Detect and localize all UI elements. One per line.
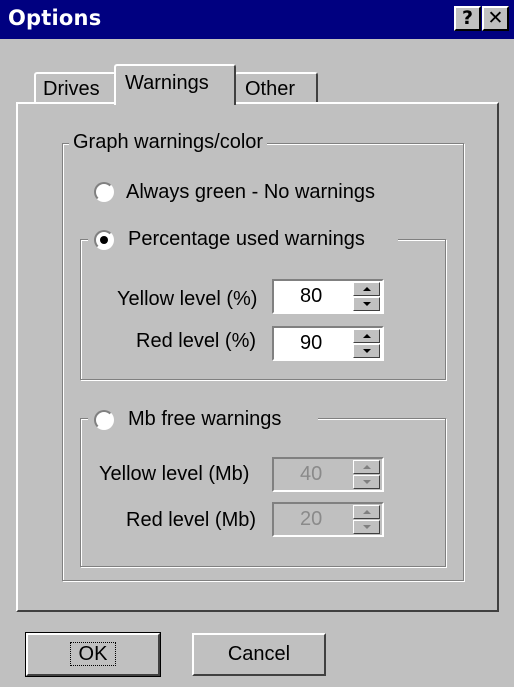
graph-warnings-legend: Graph warnings/color <box>69 131 268 154</box>
yellow-percent-value: 80 <box>300 285 323 307</box>
yellow-mb-label: Yellow level (Mb) <box>99 463 250 485</box>
help-button[interactable]: ? <box>454 6 481 31</box>
tab-other[interactable]: Other <box>234 72 318 104</box>
yellow-mb-spinner: 40 <box>272 457 384 492</box>
red-percent-down-button[interactable] <box>353 344 380 358</box>
arrow-up-icon <box>363 510 371 514</box>
arrow-up-icon <box>363 334 371 338</box>
yellow-percent-spinner[interactable]: 80 <box>272 279 384 314</box>
arrow-down-icon <box>363 525 371 529</box>
red-mb-value: 20 <box>300 508 323 530</box>
always-green-radio[interactable] <box>94 182 114 202</box>
mb-free-radio[interactable] <box>94 410 114 430</box>
red-percent-spin-buttons <box>353 329 380 358</box>
window-title: Options <box>8 6 102 30</box>
red-mb-spinner: 20 <box>272 502 384 537</box>
always-green-label[interactable]: Always green - No warnings <box>126 181 375 204</box>
tab-drives-label: Drives <box>43 78 100 100</box>
arrow-up-icon <box>363 465 371 469</box>
arrow-up-icon <box>363 287 371 291</box>
cancel-button[interactable]: Cancel <box>192 633 326 676</box>
red-percent-value: 90 <box>300 332 323 354</box>
arrow-down-icon <box>363 480 371 484</box>
arrow-down-icon <box>363 302 371 306</box>
close-button[interactable]: ✕ <box>482 6 509 31</box>
yellow-mb-down-button <box>353 475 380 489</box>
yellow-mb-value: 40 <box>300 463 323 485</box>
red-mb-down-button <box>353 520 380 534</box>
red-mb-up-button <box>353 505 380 519</box>
tab-warnings[interactable]: Warnings <box>114 64 236 105</box>
ok-button[interactable]: OK <box>25 632 161 677</box>
yellow-mb-spin-buttons <box>353 460 380 489</box>
arrow-down-icon <box>363 349 371 353</box>
yellow-percent-label: Yellow level (%) <box>117 288 258 310</box>
radio-selected-dot <box>100 236 108 244</box>
yellow-mb-up-button <box>353 460 380 474</box>
tab-warnings-label: Warnings <box>125 72 209 94</box>
tab-other-label: Other <box>245 78 296 100</box>
red-percent-label: Red level (%) <box>136 330 257 352</box>
percentage-radio[interactable] <box>94 230 114 250</box>
red-percent-spinner[interactable]: 90 <box>272 326 384 361</box>
mb-free-label[interactable]: Mb free warnings <box>128 408 281 431</box>
yellow-percent-up-button[interactable] <box>353 282 380 296</box>
percentage-label[interactable]: Percentage used warnings <box>128 228 365 251</box>
yellow-percent-spin-buttons <box>353 282 380 311</box>
yellow-percent-down-button[interactable] <box>353 297 380 311</box>
red-mb-label: Red level (Mb) <box>126 509 257 531</box>
mb-free-group <box>80 418 446 567</box>
red-mb-spin-buttons <box>353 505 380 534</box>
red-percent-up-button[interactable] <box>353 329 380 343</box>
options-dialog: Options ? ✕ Drives Other Warnings Graph … <box>0 0 514 687</box>
ok-button-label: OK <box>69 642 117 666</box>
tab-drives[interactable]: Drives <box>34 72 116 104</box>
title-bar[interactable]: Options ? ✕ <box>0 0 514 39</box>
